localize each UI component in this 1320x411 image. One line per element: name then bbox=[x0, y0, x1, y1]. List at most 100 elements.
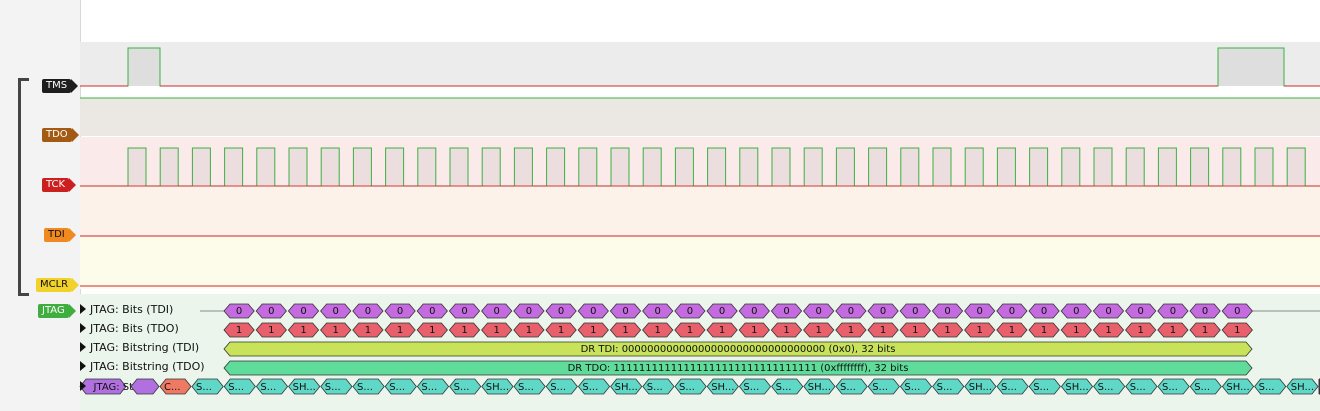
tck-high-fill bbox=[578, 148, 597, 186]
state-label: SH... bbox=[711, 382, 734, 393]
tck-high-fill bbox=[868, 148, 887, 186]
bit-tdo-value: 1 bbox=[848, 325, 854, 336]
tck-high-fill bbox=[900, 148, 919, 186]
bit-tdi-value: 0 bbox=[655, 306, 661, 317]
tck-high-fill bbox=[192, 148, 211, 186]
state-label: S... bbox=[1194, 382, 1210, 393]
state-label: SH... bbox=[808, 382, 831, 393]
tck-high-fill bbox=[321, 148, 340, 186]
state-label: S... bbox=[776, 382, 792, 393]
bit-tdi-value: 0 bbox=[912, 306, 918, 317]
bit-tdi-value: 0 bbox=[526, 306, 532, 317]
tck-high-fill bbox=[128, 148, 146, 186]
waveform-plot[interactable]: 0 0 0 0 0 0 0 0 0 0 0 0 0 0 0 0 0 0 0 0 0 0 0 0 0 0 0 0 0 0 0 0 1 1 1 1 1 1 1 1… bbox=[0, 0, 1320, 411]
bit-tdi-value: 0 bbox=[236, 306, 242, 317]
tck-high-fill bbox=[1287, 148, 1306, 186]
bit-tdo-value: 1 bbox=[1138, 325, 1144, 336]
bit-tdi-value: 0 bbox=[429, 306, 435, 317]
bit-tdo-value: 1 bbox=[461, 325, 467, 336]
bit-tdi-value: 0 bbox=[1202, 306, 1208, 317]
state-label: SH... bbox=[615, 382, 638, 393]
bit-tdo-value: 1 bbox=[397, 325, 403, 336]
tck-high-fill bbox=[450, 148, 468, 186]
state-label: S... bbox=[904, 382, 920, 393]
tck-high-fill bbox=[482, 148, 501, 186]
bit-tdi-value: 0 bbox=[300, 306, 306, 317]
bit-tdi-value: 0 bbox=[1105, 306, 1111, 317]
bit-tdi-value: 0 bbox=[848, 306, 854, 317]
tck-high-fill bbox=[836, 148, 855, 186]
bit-tdi-value: 0 bbox=[268, 306, 274, 317]
tck-high-fill bbox=[1126, 148, 1145, 186]
state-label: S... bbox=[582, 382, 598, 393]
bit-tdo-value: 1 bbox=[1234, 325, 1240, 336]
bit-tdo-value: 1 bbox=[719, 325, 725, 336]
state-label: S... bbox=[454, 382, 470, 393]
tck-high-fill bbox=[611, 148, 629, 186]
state-label: S... bbox=[389, 382, 405, 393]
bit-tdo-value: 1 bbox=[1105, 325, 1111, 336]
state-label: S... bbox=[421, 382, 437, 393]
bit-tdo-value: 1 bbox=[751, 325, 757, 336]
bit-tdo-value: 1 bbox=[429, 325, 435, 336]
bitstring-tdo-text: DR TDO: 11111111111111111111111111111111… bbox=[568, 363, 909, 374]
bit-tdo-value: 1 bbox=[1202, 325, 1208, 336]
tck-high-fill bbox=[772, 148, 790, 186]
tck-high-fill bbox=[1190, 148, 1209, 186]
state-label: S... bbox=[872, 382, 888, 393]
bit-tdo-value: 1 bbox=[622, 325, 628, 336]
bit-tdi-value: 0 bbox=[944, 306, 950, 317]
state-label: S... bbox=[1033, 382, 1049, 393]
tck-high-fill bbox=[1061, 148, 1080, 186]
bit-tdi-value: 0 bbox=[1009, 306, 1015, 317]
state-label: S... bbox=[228, 382, 244, 393]
bit-tdo-value: 1 bbox=[944, 325, 950, 336]
state-annotation[interactable] bbox=[130, 378, 160, 395]
bit-tdi-value: 0 bbox=[558, 306, 564, 317]
bit-tdi-value: 0 bbox=[590, 306, 596, 317]
tck-high-fill bbox=[965, 148, 984, 186]
state-label: S... bbox=[1259, 382, 1275, 393]
bit-tdo-value: 1 bbox=[526, 325, 532, 336]
tck-high-fill bbox=[997, 148, 1016, 186]
state-label: SH... bbox=[293, 382, 316, 393]
bit-tdo-value: 1 bbox=[558, 325, 564, 336]
bit-tdi-value: 0 bbox=[333, 306, 339, 317]
bit-tdo-value: 1 bbox=[590, 325, 596, 336]
state-label: S... bbox=[325, 382, 341, 393]
bit-tdi-value: 0 bbox=[1234, 306, 1240, 317]
tck-high-fill bbox=[353, 148, 372, 186]
tck-high-fill bbox=[643, 148, 662, 186]
bit-tdi-value: 0 bbox=[1170, 306, 1176, 317]
tck-high-fill bbox=[160, 148, 179, 186]
state-label: S... bbox=[196, 382, 212, 393]
bit-tdo-value: 1 bbox=[1170, 325, 1176, 336]
state-label: S... bbox=[260, 382, 276, 393]
tck-high-fill bbox=[1255, 148, 1273, 186]
tck-high-fill bbox=[933, 148, 951, 186]
bit-tdi-value: 0 bbox=[880, 306, 886, 317]
bit-tdi-value: 0 bbox=[1041, 306, 1047, 317]
state-label: SH... bbox=[486, 382, 509, 393]
bit-tdo-value: 1 bbox=[1041, 325, 1047, 336]
bit-tdo-value: 1 bbox=[365, 325, 371, 336]
bit-tdi-value: 0 bbox=[622, 306, 628, 317]
tck-high-fill bbox=[1094, 148, 1112, 186]
bit-tdi-value: 0 bbox=[1073, 306, 1079, 317]
bit-tdi-value: 0 bbox=[719, 306, 725, 317]
state-label: S... bbox=[840, 382, 856, 393]
bit-tdi-value: 0 bbox=[977, 306, 983, 317]
tck-high-fill bbox=[256, 148, 275, 186]
bitstring-tdi-text: DR TDI: 00000000000000000000000000000000… bbox=[581, 344, 896, 355]
state-label: S... bbox=[550, 382, 566, 393]
bit-tdo-value: 1 bbox=[783, 325, 789, 336]
state-label: S... bbox=[679, 382, 695, 393]
tck-high-fill bbox=[514, 148, 533, 186]
tms-waveform bbox=[80, 47, 1320, 87]
state-label: SH... bbox=[969, 382, 992, 393]
tck-high-fill bbox=[289, 148, 307, 186]
tms-high-fill bbox=[128, 48, 160, 86]
tck-high-fill bbox=[1029, 148, 1048, 186]
tck-high-fill bbox=[417, 148, 436, 186]
bit-tdi-value: 0 bbox=[461, 306, 467, 317]
